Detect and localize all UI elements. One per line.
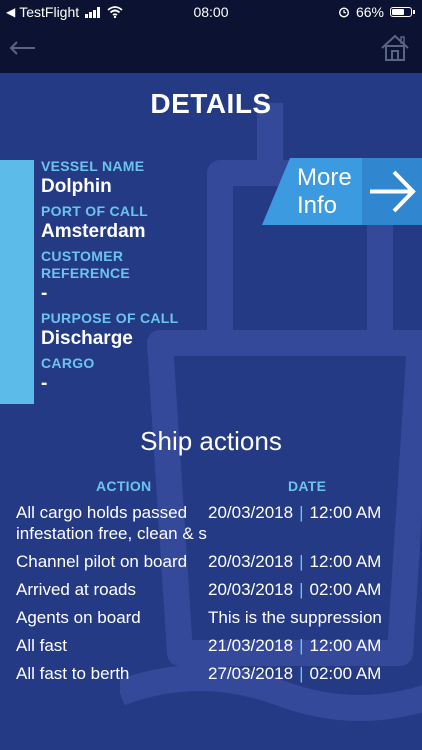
date-separator: | (299, 552, 304, 571)
customer-ref-label-line2: REFERENCE (41, 265, 131, 281)
action-datetime: 20/03/2018 | 02:00 AM (208, 579, 422, 600)
action-row[interactable]: Channel pilot on board 20/03/2018 | 12:00 … (0, 548, 422, 576)
action-datetime: 20/03/2018 | 12:00 AM (208, 502, 422, 544)
info-accent-bar (0, 160, 34, 404)
battery-icon (390, 7, 415, 17)
action-datetime: 27/03/2018 | 02:00 AM (208, 663, 422, 684)
status-right: 66% (338, 4, 415, 20)
cargo-value: - (41, 373, 48, 394)
more-info-label: More Info (297, 164, 352, 219)
more-info-arrow-box (362, 158, 422, 225)
action-time: 12:00 AM (309, 503, 382, 522)
action-datetime: 20/03/2018 | 12:00 AM (208, 551, 422, 572)
ship-actions-list[interactable]: All cargo holds passed infestation free,… (0, 499, 422, 688)
action-date: 27/03/2018 (208, 664, 294, 683)
home-icon[interactable] (380, 34, 410, 62)
action-time: 12:00 AM (309, 552, 382, 571)
column-header-date: DATE (288, 478, 327, 494)
date-separator: | (299, 503, 304, 522)
action-row[interactable]: Agents on board This is the suppression (0, 604, 422, 632)
purpose-label: PURPOSE OF CALL (41, 310, 179, 326)
action-datetime: 21/03/2018 | 12:00 AM (208, 635, 422, 656)
cargo-label: CARGO (41, 355, 95, 371)
customer-ref-label-line1: CUSTOMER (41, 248, 124, 264)
action-date: 21/03/2018 (208, 636, 294, 655)
nav-bar (0, 24, 422, 73)
vessel-name-label: VESSEL NAME (41, 158, 145, 174)
arrow-left-icon[interactable] (8, 38, 38, 58)
action-note: This is the suppression (208, 608, 382, 627)
ship-actions-title: Ship actions (140, 426, 282, 456)
purpose-value: Discharge (41, 328, 133, 349)
more-info-button[interactable]: More Info (262, 158, 422, 225)
action-row[interactable]: All fast to berth 27/03/2018 | 02:00 AM (0, 660, 422, 688)
action-date: 20/03/2018 (208, 580, 294, 599)
date-separator: | (299, 636, 304, 655)
arrow-right-icon (370, 170, 416, 213)
port-value: Amsterdam (41, 221, 146, 242)
action-name: All fast to berth (16, 664, 130, 683)
battery-percent: 66% (355, 4, 384, 20)
action-date: 20/03/2018 (208, 552, 294, 571)
vessel-name-value: Dolphin (41, 176, 112, 197)
date-separator: | (299, 664, 304, 683)
port-label: PORT OF CALL (41, 203, 149, 219)
alarm-icon (338, 7, 349, 18)
action-row[interactable]: All fast 21/03/2018 | 12:00 AM (0, 632, 422, 660)
action-row[interactable]: Arrived at roads 20/03/2018 | 02:00 AM (0, 576, 422, 604)
customer-ref-value: - (41, 283, 48, 304)
action-name: Agents on board (16, 608, 141, 627)
action-name: Arrived at roads (16, 580, 136, 599)
details-content[interactable]: DETAILS VESSEL NAME Dolphin PORT OF CALL… (0, 73, 422, 750)
date-separator: | (299, 580, 304, 599)
action-date: 20/03/2018 (208, 503, 294, 522)
action-time: 02:00 AM (309, 580, 382, 599)
action-name: Channel pilot on board (16, 552, 188, 571)
action-name: All cargo holds passed infestation free,… (16, 503, 207, 543)
vessel-info: VESSEL NAME Dolphin PORT OF CALL Amsterd… (41, 158, 281, 400)
status-bar: ◀ TestFlight 08:00 66% (0, 0, 422, 24)
action-time: 12:00 AM (309, 636, 382, 655)
action-row[interactable]: All cargo holds passed infestation free,… (0, 499, 422, 548)
action-name: All fast (16, 636, 68, 655)
action-time: 02:00 AM (309, 664, 382, 683)
page-title: DETAILS (150, 88, 272, 119)
column-header-action: ACTION (96, 478, 152, 494)
